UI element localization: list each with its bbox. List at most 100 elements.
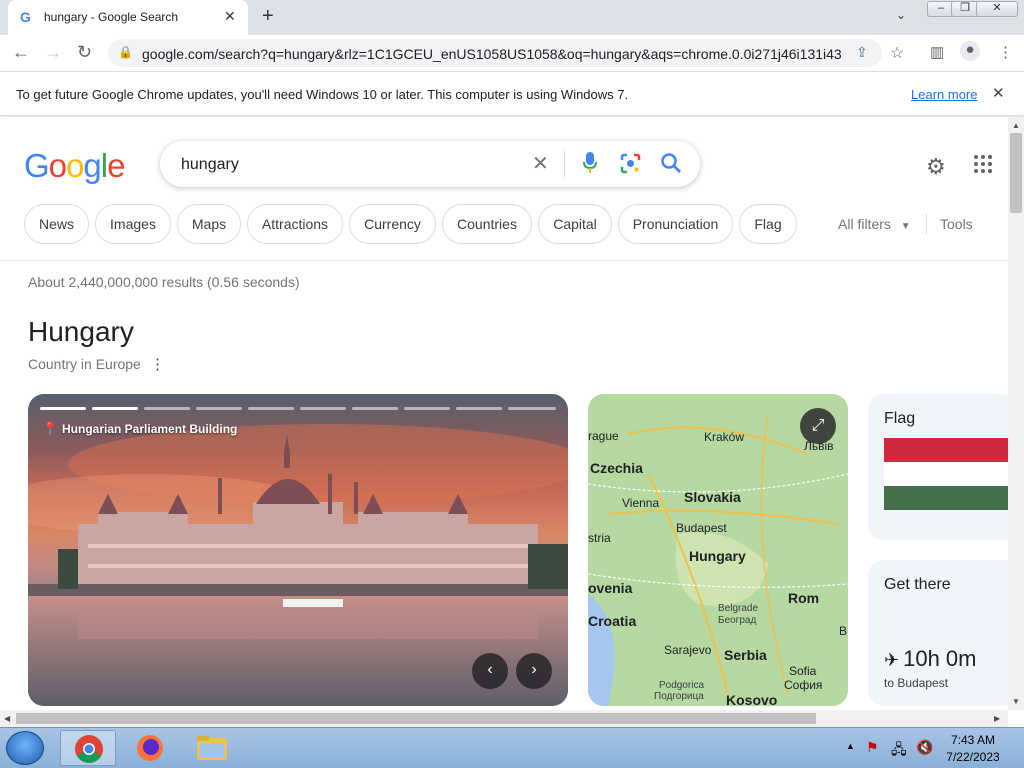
flag-card-title: Flag xyxy=(884,410,916,427)
scroll-up-arrow-icon[interactable]: ▲ xyxy=(1012,121,1020,130)
tools-button[interactable]: Tools xyxy=(940,216,973,232)
carousel-progress xyxy=(144,407,190,410)
location-pin-icon: 📍 xyxy=(42,421,59,436)
travel-time-value: 10h 0m xyxy=(903,646,977,671)
search-box[interactable]: hungary ✕ xyxy=(160,141,700,187)
photo-carousel[interactable]: 📍 Hungarian Parliament Building ‹ › xyxy=(28,394,568,706)
restore-button[interactable]: ❐ xyxy=(951,1,979,17)
forward-icon[interactable]: → xyxy=(44,42,62,63)
chip-maps[interactable]: Maps xyxy=(177,204,241,244)
microphone-icon[interactable] xyxy=(583,152,597,174)
learn-more-link[interactable]: Learn more xyxy=(911,87,977,102)
tab-strip: G hungary - Google Search ✕ + ⌄ – ❐ ✕ xyxy=(0,0,1024,35)
horizontal-scrollbar[interactable]: ◀ ▶ xyxy=(0,710,1008,727)
carousel-progress xyxy=(456,407,502,410)
logo-letter: G xyxy=(24,147,50,184)
side-panel-icon[interactable]: ▥ xyxy=(930,43,944,61)
chip-news[interactable]: News xyxy=(24,204,89,244)
scroll-left-arrow-icon[interactable]: ◀ xyxy=(4,714,10,723)
carousel-progress-active xyxy=(92,407,138,410)
chip-capital[interactable]: Capital xyxy=(538,204,612,244)
scroll-right-arrow-icon[interactable]: ▶ xyxy=(994,714,1000,723)
firefox-taskbar-button[interactable] xyxy=(122,730,178,766)
vertical-scroll-thumb[interactable] xyxy=(1010,133,1022,213)
chip-attractions[interactable]: Attractions xyxy=(247,204,343,244)
action-center-flag-icon[interactable]: ⚑ xyxy=(866,739,879,756)
new-tab-icon[interactable]: + xyxy=(262,5,274,28)
map-label-country: Croatia xyxy=(588,613,637,629)
explorer-taskbar-button[interactable] xyxy=(184,730,240,766)
logo-letter: o xyxy=(66,147,84,184)
address-bar[interactable]: 🔒 google.com/search?q=hungary&rlz=1C1GCE… xyxy=(108,39,904,67)
logo-letter: e xyxy=(107,147,125,184)
map-label: Kraków xyxy=(704,430,745,444)
google-logo[interactable]: Google xyxy=(24,147,125,185)
reload-icon[interactable]: ↻ xyxy=(77,42,92,63)
flag-stripe-white xyxy=(884,462,1008,486)
expand-map-icon[interactable]: ⤢ xyxy=(800,408,836,444)
chrome-icon xyxy=(75,735,103,763)
get-there-title: Get there xyxy=(884,576,951,593)
photo-caption[interactable]: Hungarian Parliament Building xyxy=(62,422,237,436)
more-options-icon[interactable]: ⋮ xyxy=(150,355,165,373)
flag-card[interactable]: Flag xyxy=(868,394,1008,540)
google-favicon-icon: G xyxy=(20,9,31,25)
chip-images[interactable]: Images xyxy=(95,204,171,244)
logo-letter: g xyxy=(83,147,101,184)
google-apps-icon[interactable] xyxy=(974,155,994,175)
chip-countries[interactable]: Countries xyxy=(442,204,532,244)
map-label-country: Rom xyxy=(788,590,820,606)
knowledge-panel-title: Hungary xyxy=(28,316,134,347)
infobar-close-icon[interactable]: ✕ xyxy=(992,84,1005,102)
search-input[interactable]: hungary xyxy=(181,156,239,174)
chip-flag[interactable]: Flag xyxy=(739,204,797,244)
map-label: B xyxy=(839,624,848,638)
all-filters-label: All filters xyxy=(838,216,891,232)
carousel-progress xyxy=(300,407,346,410)
vertical-scrollbar[interactable]: ▲ ▼ xyxy=(1008,117,1024,710)
chip-pronunciation[interactable]: Pronunciation xyxy=(618,204,733,244)
google-lens-icon[interactable] xyxy=(620,153,641,174)
clear-search-icon[interactable]: ✕ xyxy=(532,151,549,176)
folder-icon xyxy=(197,736,227,760)
network-icon[interactable]: 🖧 xyxy=(891,739,907,763)
bookmark-star-icon[interactable]: ☆ xyxy=(890,43,904,63)
map-card[interactable]: rague Kraków Львів Czechia Vienna Slovak… xyxy=(588,394,848,706)
tab-google-search[interactable]: G hungary - Google Search ✕ xyxy=(8,0,248,35)
filters-divider xyxy=(926,213,927,235)
map-label: rague xyxy=(588,429,619,443)
search-icon[interactable] xyxy=(660,152,682,174)
carousel-prev-button[interactable]: ‹ xyxy=(472,653,508,689)
url-text: google.com/search?q=hungary&rlz=1C1GCEU_… xyxy=(142,46,842,62)
start-button[interactable] xyxy=(6,731,44,765)
clock-date[interactable]: 7/22/2023 xyxy=(940,750,1006,764)
all-filters-button[interactable]: All filters ▼ xyxy=(838,216,911,232)
show-hidden-icons-arrow[interactable]: ▲ xyxy=(846,741,855,751)
chrome-menu-icon[interactable]: ⋮ xyxy=(998,43,1013,61)
lock-icon[interactable]: 🔒 xyxy=(118,45,133,59)
horizontal-scroll-thumb[interactable] xyxy=(16,713,816,724)
result-stats: About 2,440,000,000 results (0.56 second… xyxy=(28,274,300,290)
chip-currency[interactable]: Currency xyxy=(349,204,436,244)
clock-time[interactable]: 7:43 AM xyxy=(940,733,1006,747)
map-label-country: Kosovo xyxy=(726,692,778,706)
travel-time: ✈ 10h 0m xyxy=(884,646,976,672)
tab-search-chevron-icon[interactable]: ⌄ xyxy=(896,8,906,22)
profile-avatar-icon[interactable]: ● xyxy=(960,41,980,61)
chrome-taskbar-button[interactable] xyxy=(60,730,116,766)
back-icon[interactable]: ← xyxy=(12,42,30,63)
map-label: Podgorica xyxy=(659,680,705,691)
window-close-button[interactable]: ✕ xyxy=(976,1,1018,17)
scroll-down-arrow-icon[interactable]: ▼ xyxy=(1012,697,1020,706)
share-icon[interactable]: ⇪ xyxy=(856,44,868,61)
map-label: stria xyxy=(588,531,611,545)
firefox-icon xyxy=(137,735,163,761)
carousel-progress-active xyxy=(40,407,86,410)
settings-gear-icon[interactable]: ⚙ xyxy=(926,154,946,180)
get-there-card[interactable]: Get there ✈ 10h 0m to Budapest xyxy=(868,560,1008,706)
volume-muted-icon[interactable]: 🔇 xyxy=(916,739,933,756)
carousel-progress xyxy=(196,407,242,410)
carousel-next-button[interactable]: › xyxy=(516,653,552,689)
airplane-icon: ✈ xyxy=(884,650,900,670)
tab-close-icon[interactable]: ✕ xyxy=(224,8,236,25)
